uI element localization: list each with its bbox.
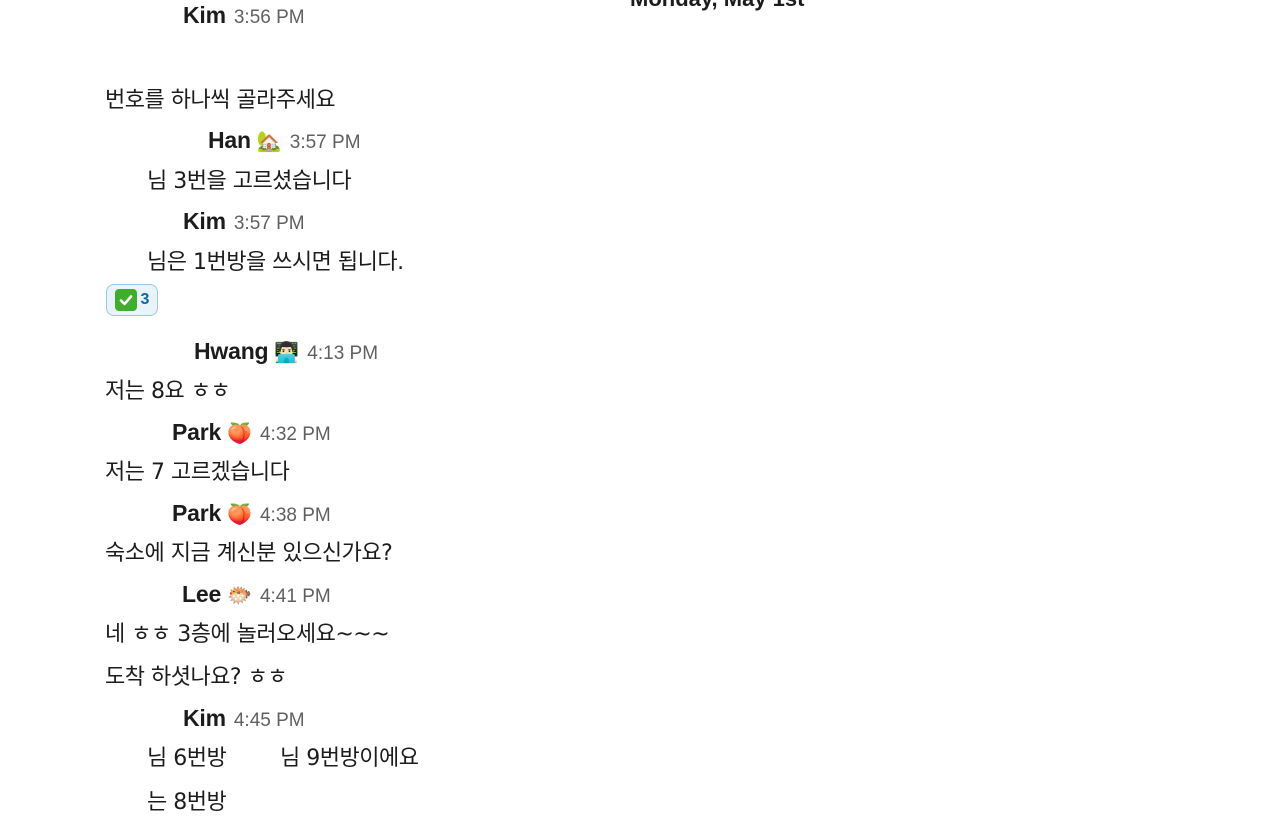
message-timestamp[interactable]: 4:32 PM bbox=[260, 424, 331, 446]
author-name[interactable]: Lee bbox=[182, 581, 221, 608]
message-timestamp[interactable]: 4:45 PM bbox=[234, 710, 305, 732]
message-text: 숙소에 지금 계신분 있으신가요? bbox=[105, 541, 393, 566]
reaction-button[interactable]: 3 bbox=[106, 284, 158, 316]
peach-icon: 🍑 bbox=[227, 502, 252, 526]
message-text: 님은 1번방을 쓰시면 됩니다. bbox=[147, 250, 404, 275]
author-name[interactable]: Hwang bbox=[194, 338, 269, 365]
house-icon: 🏡 bbox=[256, 129, 282, 153]
message-timestamp[interactable]: 4:41 PM bbox=[260, 586, 331, 608]
message-header: Hwang 👨🏻‍💻 4:13 PM bbox=[194, 338, 378, 365]
author-name[interactable]: Kim bbox=[183, 2, 226, 29]
message-text: 번호를 하나씩 골라주세요 bbox=[105, 88, 336, 113]
author-name[interactable]: Kim bbox=[183, 208, 226, 235]
message-text: 저는 7 고르겠습니다 bbox=[105, 460, 290, 485]
message-timestamp[interactable]: 3:57 PM bbox=[290, 132, 361, 154]
message-text: 도착 하셧나요? ㅎㅎ bbox=[105, 665, 288, 690]
message-text: 님 3번을 고르셨습니다 bbox=[147, 169, 352, 194]
message-text: 저는 8요 ㅎㅎ bbox=[105, 379, 231, 404]
message-text: 님 6번방 bbox=[147, 746, 227, 771]
message-text: 는 8번방 bbox=[147, 790, 227, 815]
message-header: Kim 3:56 PM bbox=[183, 2, 305, 29]
author-name[interactable]: Park bbox=[172, 500, 221, 527]
author-name[interactable]: Han bbox=[208, 127, 251, 154]
message-timestamp[interactable]: 4:13 PM bbox=[307, 343, 378, 365]
message-text: 님 9번방이에요 bbox=[280, 746, 419, 771]
message-timestamp[interactable]: 4:38 PM bbox=[260, 505, 331, 527]
peach-icon: 🍑 bbox=[227, 421, 252, 445]
message-header: Han 🏡 3:57 PM bbox=[208, 127, 361, 154]
message-timestamp[interactable]: 3:56 PM bbox=[234, 7, 305, 29]
white-check-mark-icon bbox=[114, 289, 137, 311]
message-header: Lee 🐡 4:41 PM bbox=[182, 581, 331, 608]
message-header: Park 🍑 4:32 PM bbox=[172, 419, 331, 446]
author-name[interactable]: Park bbox=[172, 419, 221, 446]
message-text: 네 ㅎㅎ 3층에 놀러오세요~~~ bbox=[105, 622, 390, 647]
author-name[interactable]: Kim bbox=[183, 705, 226, 732]
message-header: Kim 3:57 PM bbox=[183, 208, 305, 235]
chat-window: Monday, May 1st Kim 3:56 PM 번호를 하나씩 골라주세… bbox=[0, 0, 1280, 822]
message-header: Park 🍑 4:38 PM bbox=[172, 500, 331, 527]
message-timestamp[interactable]: 3:57 PM bbox=[234, 213, 305, 235]
technologist-icon: 👨🏻‍💻 bbox=[274, 340, 300, 364]
message-header: Kim 4:45 PM bbox=[183, 705, 305, 732]
reaction-count: 3 bbox=[140, 291, 150, 308]
blowfish-icon: 🐡 bbox=[227, 583, 252, 607]
date-divider[interactable]: Monday, May 1st bbox=[630, 0, 804, 12]
